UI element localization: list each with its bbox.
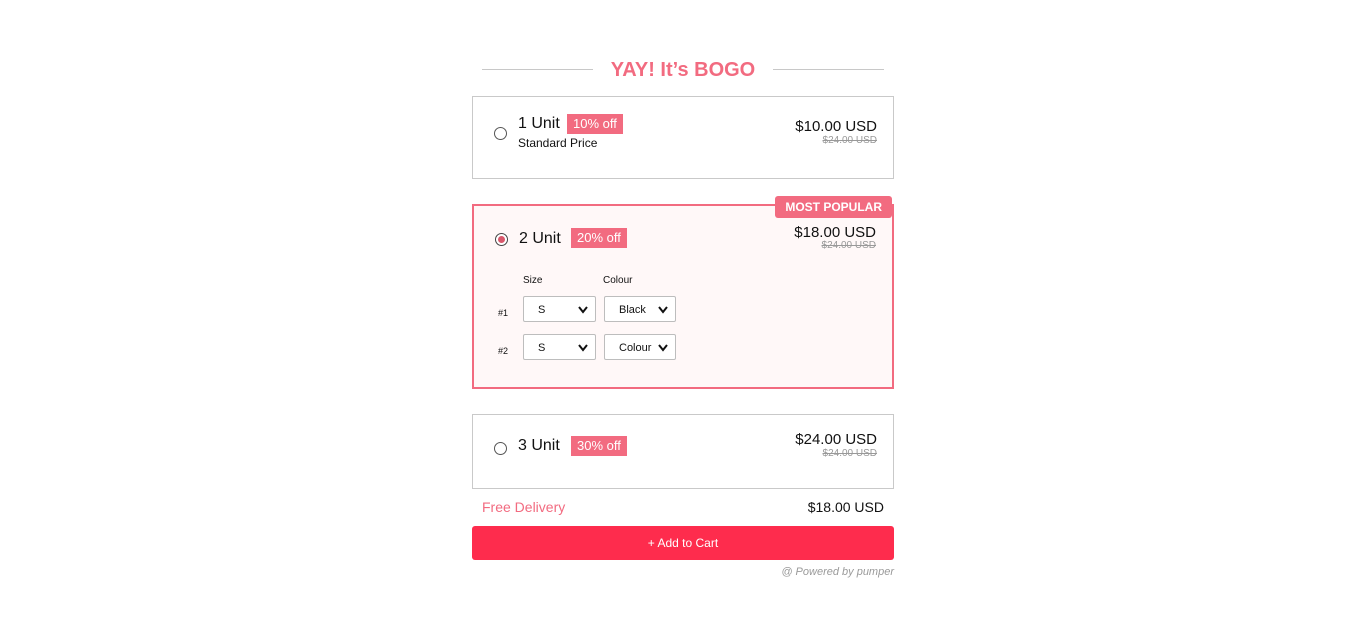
offer-old-price: $24.00 USD xyxy=(822,448,877,459)
offer-unit-label: 1 Unit xyxy=(518,115,560,132)
size-select-value: S xyxy=(538,342,546,354)
bogo-heading: YAY! It’s BOGO xyxy=(472,56,894,84)
offer-unit-label: 2 Unit xyxy=(519,230,561,247)
chevron-down-icon xyxy=(658,306,668,314)
add-to-cart-button[interactable]: + Add to Cart xyxy=(472,526,894,560)
variant-index: #2 xyxy=(498,346,509,356)
offer-unit-label: 3 Unit xyxy=(518,437,560,454)
size-column-label: Size xyxy=(523,275,543,286)
chevron-down-icon xyxy=(658,344,668,352)
offer-radio-2[interactable] xyxy=(495,233,508,246)
summary-row: Free Delivery $18.00 USD xyxy=(482,499,884,519)
offer-radio-3[interactable] xyxy=(494,442,507,455)
free-delivery-label: Free Delivery xyxy=(482,499,566,515)
heading-title: YAY! It’s BOGO xyxy=(610,59,756,81)
offer-card-1-unit[interactable]: 1 Unit 10% off Standard Price $10.00 USD… xyxy=(472,96,894,179)
colour-column-label: Colour xyxy=(603,275,633,286)
chevron-down-icon xyxy=(578,306,588,314)
offer-price: $24.00 USD xyxy=(795,431,877,448)
offer-card-2-unit[interactable]: MOST POPULAR 2 Unit 20% off $18.00 USD $… xyxy=(472,196,894,389)
heading-divider-right xyxy=(773,69,884,70)
colour-select-value: Colour xyxy=(619,342,652,354)
colour-select-2[interactable]: Colour xyxy=(604,334,676,360)
total-price: $18.00 USD xyxy=(807,499,884,515)
chevron-down-icon xyxy=(578,344,588,352)
offer-price: $18.00 USD xyxy=(794,224,876,241)
size-select-1[interactable]: S xyxy=(523,296,596,322)
variant-index: #1 xyxy=(498,308,509,318)
size-select-value: S xyxy=(538,304,546,316)
offer-radio-1[interactable] xyxy=(494,127,507,140)
discount-badge: 10% off xyxy=(567,114,623,134)
offer-old-price: $24.00 USD xyxy=(822,135,877,146)
offer-price: $10.00 USD xyxy=(795,118,877,135)
colour-select-1[interactable]: Black xyxy=(604,296,676,322)
offer-card-3-unit[interactable]: 3 Unit 30% off $24.00 USD $24.00 USD xyxy=(472,414,894,489)
size-select-2[interactable]: S xyxy=(523,334,596,360)
discount-badge: 20% off xyxy=(571,228,627,248)
most-popular-badge: MOST POPULAR xyxy=(775,196,892,218)
offer-subtitle: Standard Price xyxy=(518,136,598,150)
powered-by-text: @ Powered by pumper xyxy=(781,566,894,578)
colour-select-value: Black xyxy=(619,304,646,316)
offer-old-price: $24.00 USD xyxy=(821,240,876,251)
discount-badge: 30% off xyxy=(571,436,627,456)
